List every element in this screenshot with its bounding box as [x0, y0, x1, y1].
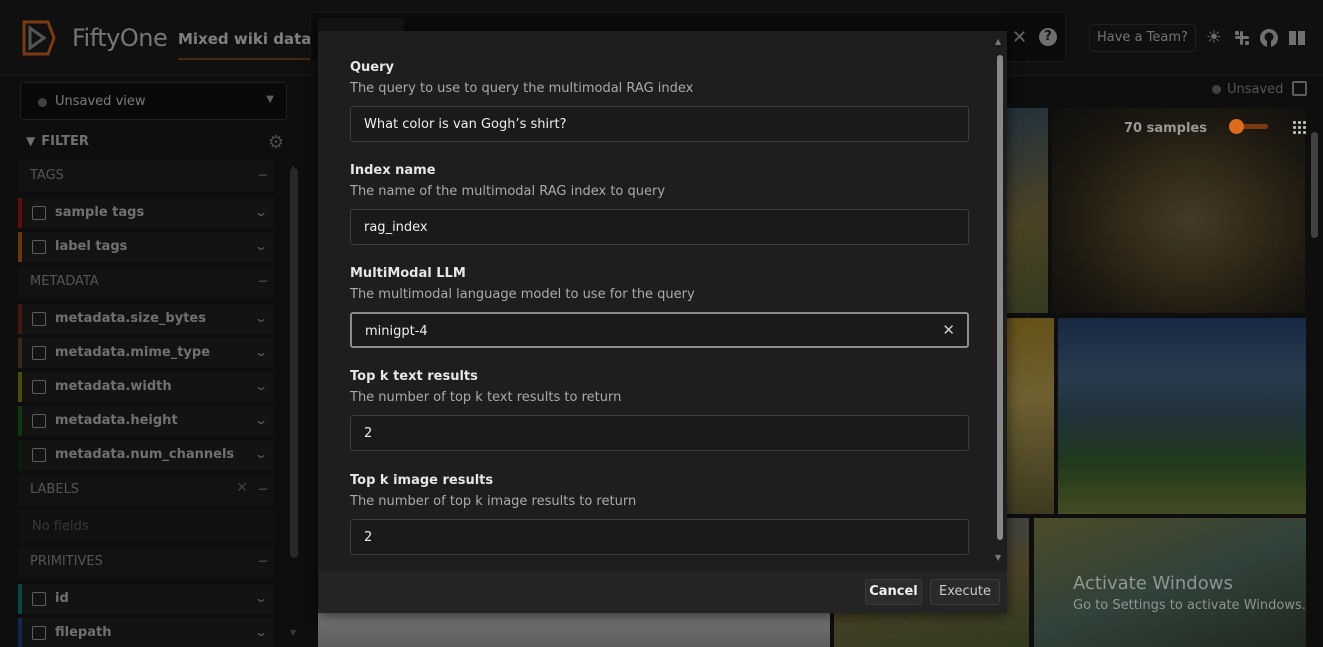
index-name-description: The name of the multimodal RAG index to … [350, 184, 666, 199]
grid-view-icon[interactable] [1292, 120, 1307, 135]
modal-form: Query The query to use to query the mult… [318, 31, 1007, 571]
modal-footer: Cancel Execute [318, 571, 1007, 613]
activate-windows-title: Activate Windows [1073, 573, 1233, 594]
clear-icon[interactable]: ✕ [942, 321, 955, 339]
query-input[interactable]: What color is van Gogh’s shirt? [350, 106, 969, 142]
top-k-image-input[interactable]: 2 [350, 519, 969, 555]
index-name-input[interactable]: rag_index [350, 209, 969, 245]
execute-button[interactable]: Execute [930, 579, 1000, 605]
top-k-text-title: Top k text results [350, 369, 478, 384]
modal-scrollbar[interactable] [997, 55, 1003, 540]
llm-title: MultiModal LLM [350, 266, 466, 281]
operator-modal: Query The query to use to query the mult… [318, 31, 1007, 613]
llm-description: The multimodal language model to use for… [350, 287, 695, 302]
activate-windows-subtitle: Go to Settings to activate Windows. [1073, 598, 1306, 613]
query-description: The query to use to query the multimodal… [350, 81, 694, 96]
top-k-image-description: The number of top k image results to ret… [350, 494, 637, 509]
samples-count: 70 samples [1124, 121, 1207, 136]
top-k-text-description: The number of top k text results to retu… [350, 390, 622, 405]
scroll-up-arrow[interactable]: ▲ [995, 37, 1001, 46]
index-name-title: Index name [350, 163, 436, 178]
scroll-down-arrow[interactable]: ▼ [995, 553, 1001, 562]
query-title: Query [350, 60, 395, 75]
top-k-text-input[interactable]: 2 [350, 415, 969, 451]
app-window: FiftyOne Mixed wiki data ✕ ? Have a Team… [0, 0, 1323, 647]
top-k-image-title: Top k image results [350, 473, 494, 488]
llm-select[interactable]: minigpt-4 ✕ [350, 312, 969, 348]
cancel-button[interactable]: Cancel [865, 579, 922, 605]
tile-size-slider-knob[interactable] [1229, 119, 1244, 134]
